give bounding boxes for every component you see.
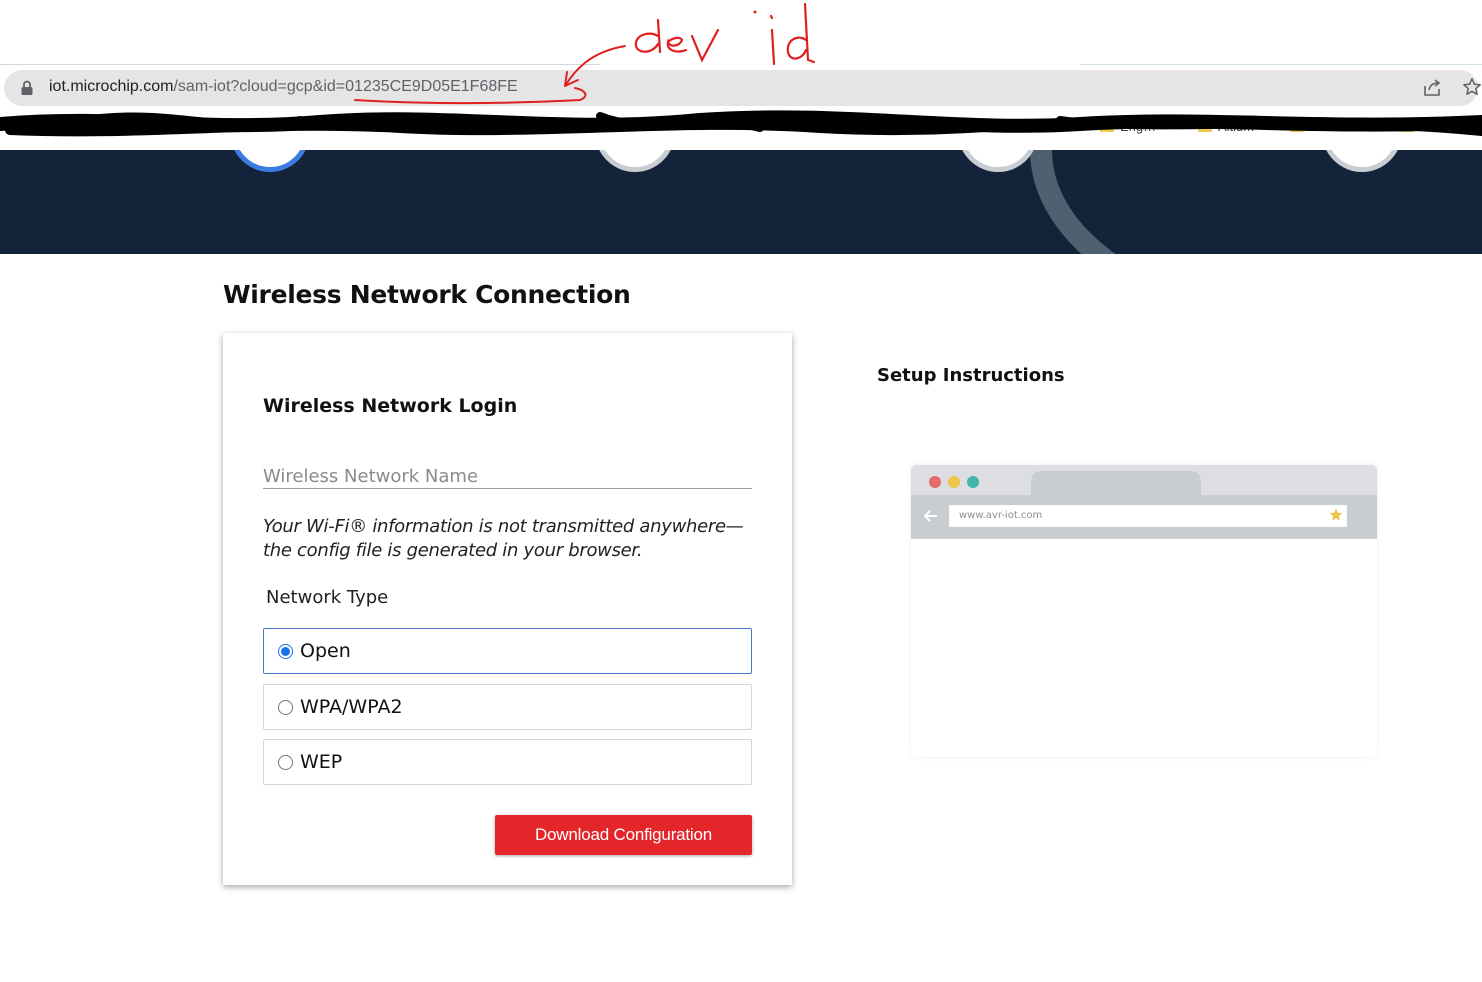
omnibox[interactable]: iot.microchip.com/sam-iot?cloud=gcp&id=0… — [4, 70, 1481, 106]
bookmark-item[interactable]: SCOP… — [1400, 118, 1470, 134]
setup-illustration: www.avr-iot.com — [911, 465, 1377, 757]
annotation-divider — [1080, 64, 1482, 65]
folder-icon — [1198, 120, 1212, 132]
bookmarks-bar: Eng… Altium PYTHON SCOP… — [0, 106, 1482, 150]
hero-arc-decoration — [1030, 150, 1482, 254]
bookmark-item[interactable]: Eng… — [1100, 118, 1156, 134]
mock-url-field: www.avr-iot.com — [949, 505, 1347, 527]
folder-icon — [1100, 120, 1114, 132]
annotation-divider — [0, 64, 600, 65]
step-indicator-3 — [958, 150, 1038, 172]
minimize-dot-icon — [948, 476, 960, 488]
radio-checked-icon[interactable] — [278, 643, 293, 659]
share-icon[interactable] — [1422, 78, 1442, 98]
lock-icon[interactable] — [20, 80, 34, 96]
star-icon[interactable] — [1462, 77, 1482, 97]
bookmark-label: Eng… — [1120, 118, 1157, 134]
section-title: Wireless Network Connection — [223, 280, 631, 309]
mock-tab — [1031, 471, 1201, 499]
mock-browser-toolbar: www.avr-iot.com — [911, 465, 1377, 539]
folder-icon — [1400, 120, 1414, 132]
page: iot.microchip.com/sam-iot?cloud=gcp&id=0… — [0, 0, 1482, 982]
step-indicator-1 — [230, 150, 310, 172]
back-arrow-icon — [923, 510, 937, 522]
card-title: Wireless Network Login — [263, 395, 518, 417]
bookmark-label: PYTHON — [1310, 118, 1365, 134]
address-bar[interactable]: iot.microchip.com/sam-iot?cloud=gcp&id=0… — [0, 70, 1482, 106]
wifi-login-card: Wireless Network Login Your Wi-Fi® infor… — [223, 333, 792, 885]
download-configuration-button[interactable]: Download Configuration — [495, 815, 752, 855]
radio-unchecked-icon[interactable] — [278, 699, 293, 715]
network-name-input[interactable] — [263, 465, 752, 489]
url-text[interactable]: iot.microchip.com/sam-iot?cloud=gcp&id=0… — [49, 78, 518, 96]
privacy-note: Your Wi-Fi® information is not transmitt… — [263, 516, 744, 561]
close-dot-icon — [929, 476, 941, 488]
bookmark-item[interactable]: PYTHON — [1290, 118, 1364, 134]
annotation-area — [0, 0, 1482, 66]
url-host: iot.microchip.com — [49, 78, 174, 95]
network-type-open[interactable]: Open — [263, 628, 752, 674]
radio-label: Open — [300, 640, 351, 662]
setup-instructions-title: Setup Instructions — [877, 365, 1065, 386]
radio-unchecked-icon[interactable] — [278, 754, 293, 770]
network-type-wep[interactable]: WEP — [263, 739, 752, 785]
bookmark-label: Altium — [1218, 118, 1255, 134]
hero-banner — [0, 150, 1482, 254]
folder-icon — [1290, 120, 1304, 132]
network-type-label: Network Type — [266, 587, 389, 608]
radio-label: WPA/WPA2 — [300, 696, 403, 718]
network-type-wpa[interactable]: WPA/WPA2 — [263, 684, 752, 730]
bookmark-item[interactable]: Altium — [1198, 118, 1254, 134]
radio-label: WEP — [300, 751, 343, 773]
url-path: /sam-iot?cloud=gcp&id=01235CE9D05E1F68FE — [173, 78, 518, 95]
maximize-dot-icon — [967, 476, 979, 488]
bookmark-star-icon — [1329, 508, 1343, 521]
bookmark-label: SCOP… — [1420, 118, 1470, 134]
step-indicator-2 — [595, 150, 675, 172]
